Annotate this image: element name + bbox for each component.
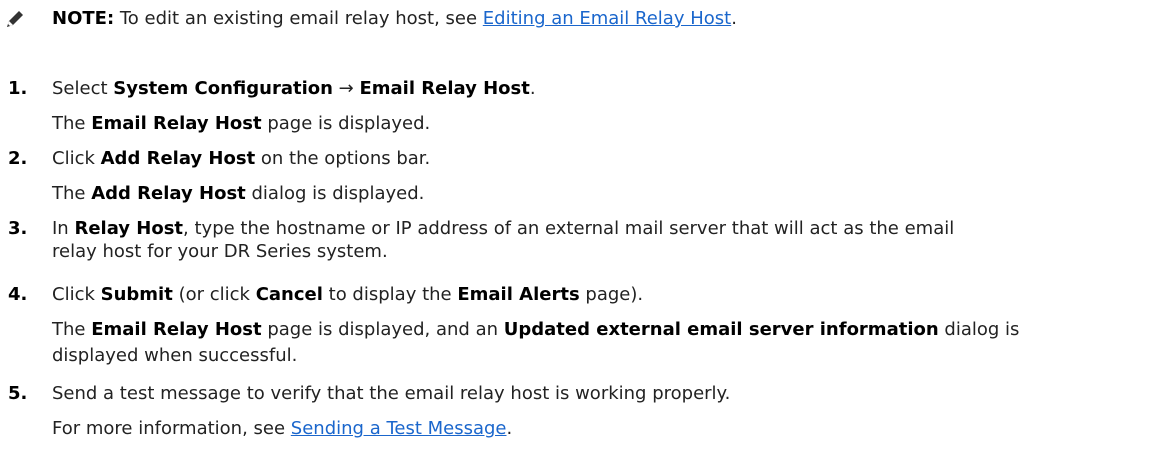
step-text: displayed when successful. (52, 345, 298, 366)
submit-ref: Submit (100, 284, 173, 305)
step-2-instruction: Click Add Relay Host on the options bar. (52, 148, 430, 169)
step-4-result-line-1: The Email Relay Host page is displayed, … (52, 319, 1019, 340)
step-number: 1. (8, 78, 28, 99)
step-text: For more information, see (52, 418, 286, 439)
step-text: page is displayed. (267, 113, 431, 134)
step-3-line-1: In Relay Host, type the hostname or IP a… (52, 218, 954, 239)
step-text: Click (52, 284, 95, 305)
step-text: Click (52, 148, 95, 169)
step-text: The (52, 183, 86, 204)
step-4-instruction: Click Submit (or click Cancel to display… (52, 284, 643, 305)
add-relay-host-ref: Add Relay Host (100, 148, 256, 169)
note-callout: NOTE: To edit an existing email relay ho… (0, 6, 1159, 30)
step-1-instruction: Select System Configuration → Email Rela… (52, 78, 536, 99)
editing-relay-host-link[interactable]: Editing an Email Relay Host (483, 8, 731, 29)
step-text: , type the hostname or IP address of an … (183, 218, 955, 239)
email-alerts-ref: Email Alerts (457, 284, 580, 305)
relay-host-field-ref: Relay Host (74, 218, 184, 239)
step-text: page is displayed, and an (267, 319, 499, 340)
note-label: NOTE: (52, 8, 115, 29)
note-body: To edit an existing email relay host, se… (119, 8, 478, 29)
step-number: 3. (8, 218, 28, 239)
cancel-ref: Cancel (255, 284, 323, 305)
step-5-instruction: Send a test message to verify that the e… (52, 383, 730, 404)
step-4-result-line-2: displayed when successful. (52, 345, 297, 366)
step-text: The (52, 319, 86, 340)
step-number: 2. (8, 148, 28, 169)
step-text: The (52, 113, 86, 134)
note-text: NOTE: To edit an existing email relay ho… (52, 8, 737, 29)
dialog-name: Add Relay Host (91, 183, 246, 204)
note-end: . (731, 8, 737, 29)
menu-email-relay-host: Email Relay Host (359, 78, 530, 99)
step-text: dialog is (944, 319, 1020, 340)
step-text: to display the (328, 284, 452, 305)
step-text: relay host for your DR Series system. (52, 241, 388, 262)
step-1-result: The Email Relay Host page is displayed. (52, 113, 430, 134)
sending-test-message-link[interactable]: Sending a Test Message (291, 418, 507, 439)
step-text: (or click (178, 284, 250, 305)
step-text: on the options bar. (260, 148, 431, 169)
step-text: Select (52, 78, 108, 99)
pencil-icon (7, 11, 23, 27)
step-number: 5. (8, 383, 28, 404)
step-text: . (529, 78, 536, 99)
step-text: dialog is displayed. (251, 183, 425, 204)
menu-arrow: → (338, 78, 354, 99)
page-name: Email Relay Host (91, 319, 262, 340)
step-text: In (52, 218, 69, 239)
menu-system-configuration: System Configuration (113, 78, 333, 99)
step-text: . (506, 418, 513, 439)
step-5-more-info: For more information, see Sending a Test… (52, 418, 512, 439)
step-2-result: The Add Relay Host dialog is displayed. (52, 183, 424, 204)
step-number: 4. (8, 284, 28, 305)
step-3-line-2: relay host for your DR Series system. (52, 241, 388, 262)
page-name: Email Relay Host (91, 113, 262, 134)
step-text: Send a test message to verify that the e… (52, 383, 731, 404)
dialog-name: Updated external email server informatio… (503, 319, 939, 340)
step-text: page). (585, 284, 644, 305)
